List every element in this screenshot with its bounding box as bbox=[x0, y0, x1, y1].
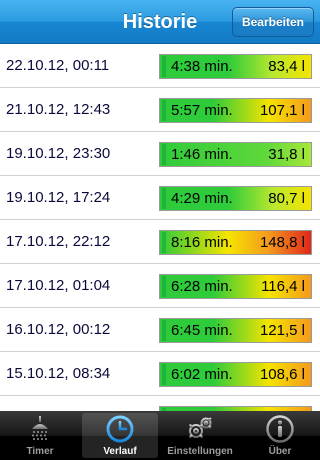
tab-label: Verlauf bbox=[103, 446, 137, 457]
tab-label: Über bbox=[268, 446, 292, 457]
history-date: 17.10.12, 22:12 bbox=[6, 233, 111, 250]
history-row[interactable] bbox=[0, 396, 320, 411]
bar-start-marker bbox=[162, 364, 166, 385]
usage-bar: 4:38 min. 83,4 l bbox=[159, 54, 312, 79]
usage-bar: 4:29 min. 80,7 l bbox=[159, 186, 312, 211]
usage-bar: 1:46 min. 31,8 l bbox=[159, 142, 312, 167]
history-volume: 116,4 l bbox=[261, 278, 305, 295]
history-list[interactable]: 22.10.12, 00:11 4:38 min. 83,4 l 21.10.12, … bbox=[0, 44, 320, 411]
bar-start-marker bbox=[162, 144, 166, 165]
history-date: 19.10.12, 23:30 bbox=[6, 145, 111, 162]
bar-start-marker bbox=[162, 56, 166, 77]
shower-icon bbox=[32, 416, 48, 440]
history-volume: 107,1 l bbox=[259, 102, 305, 119]
history-volume: 31,8 l bbox=[268, 146, 305, 163]
bar-start-marker bbox=[162, 188, 166, 209]
navigation-bar: Historie Bearbeiten bbox=[0, 0, 320, 44]
tab-verlauf[interactable]: Verlauf bbox=[80, 411, 160, 460]
usage-bar: 5:57 min. 107,1 l bbox=[159, 98, 312, 123]
history-volume: 148,8 l bbox=[259, 234, 305, 251]
history-duration: 8:16 min. bbox=[171, 234, 233, 251]
history-date: 17.10.12, 01:04 bbox=[6, 277, 111, 294]
bar-start-marker bbox=[162, 276, 166, 297]
tab-ueber[interactable]: Über bbox=[240, 411, 320, 460]
history-row[interactable]: 19.10.12, 17:24 4:29 min. 80,7 l bbox=[0, 176, 320, 220]
history-volume: 80,7 l bbox=[268, 190, 305, 207]
clock-icon bbox=[106, 415, 134, 443]
history-row[interactable]: 17.10.12, 01:04 6:28 min. 116,4 l bbox=[0, 264, 320, 308]
history-date: 15.10.12, 08:34 bbox=[6, 365, 111, 382]
info-icon bbox=[266, 415, 294, 443]
history-date: 19.10.12, 17:24 bbox=[6, 189, 111, 206]
history-date: 22.10.12, 00:11 bbox=[6, 57, 110, 74]
usage-bar: 6:02 min. 108,6 l bbox=[159, 362, 312, 387]
tab-bar: Timer Verlauf Einstellungen Über bbox=[0, 411, 320, 460]
gears-icon bbox=[186, 415, 214, 441]
history-date: 16.10.12, 00:12 bbox=[6, 321, 111, 338]
history-row[interactable]: 22.10.12, 00:11 4:38 min. 83,4 l bbox=[0, 44, 320, 88]
history-volume: 108,6 l bbox=[259, 366, 305, 383]
tab-label: Einstellungen bbox=[167, 446, 233, 457]
bar-start-marker bbox=[162, 320, 166, 341]
history-volume: 83,4 l bbox=[268, 58, 305, 75]
history-date: 21.10.12, 12:43 bbox=[6, 101, 111, 118]
history-duration: 6:45 min. bbox=[171, 322, 233, 339]
tab-einstellungen[interactable]: Einstellungen bbox=[160, 411, 240, 460]
usage-bar: 6:45 min. 121,5 l bbox=[159, 318, 312, 343]
bar-start-marker bbox=[162, 232, 166, 253]
bar-start-marker bbox=[162, 100, 166, 121]
history-duration: 4:29 min. bbox=[171, 190, 233, 207]
tab-label: Timer bbox=[26, 446, 54, 457]
history-duration: 6:02 min. bbox=[171, 366, 233, 383]
usage-bar: 8:16 min. 148,8 l bbox=[159, 230, 312, 255]
tab-timer[interactable]: Timer bbox=[0, 411, 80, 460]
history-row[interactable]: 21.10.12, 12:43 5:57 min. 107,1 l bbox=[0, 88, 320, 132]
history-duration: 4:38 min. bbox=[171, 58, 233, 75]
history-volume: 121,5 l bbox=[259, 322, 305, 339]
history-row[interactable]: 17.10.12, 22:12 8:16 min. 148,8 l bbox=[0, 220, 320, 264]
history-duration: 5:57 min. bbox=[171, 102, 233, 119]
usage-bar: 6:28 min. 116,4 l bbox=[159, 274, 312, 299]
history-duration: 6:28 min. bbox=[171, 278, 233, 295]
history-duration: 1:46 min. bbox=[171, 146, 233, 163]
history-row[interactable]: 16.10.12, 00:12 6:45 min. 121,5 l bbox=[0, 308, 320, 352]
history-row[interactable]: 19.10.12, 23:30 1:46 min. 31,8 l bbox=[0, 132, 320, 176]
history-row[interactable]: 15.10.12, 08:34 6:02 min. 108,6 l bbox=[0, 352, 320, 396]
edit-button[interactable]: Bearbeiten bbox=[231, 7, 314, 37]
